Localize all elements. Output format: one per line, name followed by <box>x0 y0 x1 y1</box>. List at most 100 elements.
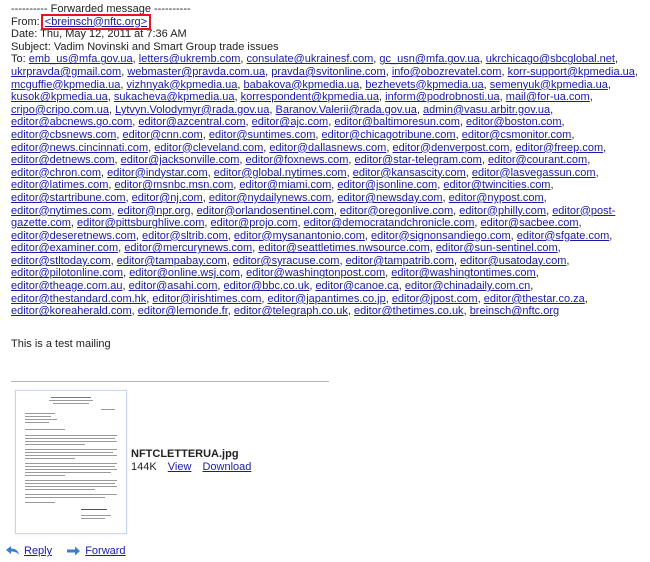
recipient-link[interactable]: editor@washingtonpost.com <box>246 267 385 279</box>
recipient-link[interactable]: info@obozrevatel.com <box>392 66 502 78</box>
recipient-link[interactable]: editor@theage.com.au <box>11 280 122 292</box>
recipient-link[interactable]: editor@mysanantonio.com <box>234 230 365 242</box>
recipient-link[interactable]: mail@for-ua.com <box>506 91 590 103</box>
recipient-link[interactable]: sukacheva@kpmedia.ua <box>114 91 235 103</box>
recipient-link[interactable]: admin@vasu.arbitr.gov.ua <box>423 104 550 116</box>
recipient-link[interactable]: editor@dallasnews.com <box>269 142 386 154</box>
recipient-link[interactable]: editor@oregonlive.com <box>340 205 453 217</box>
recipient-link[interactable]: editor@cbsnews.com <box>11 129 116 141</box>
recipient-link[interactable]: breinsch@nftc.org <box>470 305 559 317</box>
recipient-link[interactable]: editor@lemonde.fr <box>138 305 228 317</box>
recipient-link[interactable]: editor@abcnews.go.com <box>11 116 132 128</box>
recipient-link[interactable]: editor@indystar.com <box>107 167 207 179</box>
recipient-link[interactable]: webmaster@pravda.com.ua <box>127 66 265 78</box>
recipient-link[interactable]: editor@global.nytimes.com <box>214 167 347 179</box>
recipient-link[interactable]: editor@denverpost.com <box>392 142 509 154</box>
recipient-link[interactable]: consulate@ukrainesf.com <box>247 53 374 65</box>
recipient-link[interactable]: babakova@kpmedia.ua <box>244 79 360 91</box>
recipient-link[interactable]: editor@stltoday.com <box>11 255 111 267</box>
recipient-link[interactable]: editor@kansascity.com <box>353 167 466 179</box>
recipient-link[interactable]: editor@chinadaily.com.cn <box>405 280 530 292</box>
recipient-link[interactable]: editor@nytimes.com <box>11 205 111 217</box>
recipient-link[interactable]: kusok@kpmedia.ua <box>11 91 108 103</box>
from-address-link[interactable]: <breinsch@nftc.org> <box>40 13 152 30</box>
recipient-link[interactable]: editor@msnbc.msn.com <box>115 179 234 191</box>
recipient-link[interactable]: inform@podrobnosti.ua <box>385 91 500 103</box>
recipient-link[interactable]: letters@ukremb.com <box>139 53 241 65</box>
recipient-link[interactable]: editor@sacbee.com <box>481 217 579 229</box>
recipient-link[interactable]: mcguffie@kpmedia.ua <box>11 79 120 91</box>
recipient-link[interactable]: bezhevets@kpmedia.ua <box>365 79 483 91</box>
recipient-link[interactable]: editor@lasvegassun.com <box>472 167 596 179</box>
recipient-link[interactable]: editor@seattletimes.nwsource.com <box>258 242 429 254</box>
recipient-link[interactable]: korrespondent@kpmedia.ua <box>241 91 379 103</box>
recipient-link[interactable]: editor@deseretnews.com <box>11 230 136 242</box>
recipient-link[interactable]: editor@asahi.com <box>129 280 218 292</box>
recipient-link[interactable]: editor@suntimes.com <box>209 129 316 141</box>
recipient-link[interactable]: editor@signonsandiego.com <box>371 230 511 242</box>
recipient-link[interactable]: editor@canoe.ca <box>315 280 398 292</box>
recipient-link[interactable]: editor@orlandosentinel.com <box>197 205 334 217</box>
recipient-link[interactable]: ukrpravda@gmail.com <box>11 66 121 78</box>
recipient-link[interactable]: editor@tampabay.com <box>117 255 227 267</box>
recipient-link[interactable]: editor@detnews.com <box>11 154 115 166</box>
recipient-link[interactable]: editor@baltimoresun.com <box>334 116 460 128</box>
recipient-link[interactable]: editor@examiner.com <box>11 242 118 254</box>
recipient-link[interactable]: editor@azcentral.com <box>138 116 245 128</box>
recipient-link[interactable]: editor@sltrib.com <box>142 230 228 242</box>
recipient-link[interactable]: editor@jacksonville.com <box>121 154 240 166</box>
recipient-link[interactable]: editor@jpost.com <box>392 293 478 305</box>
recipient-link[interactable]: editor@nypost.com <box>449 192 544 204</box>
recipient-link[interactable]: editor@washingtontimes.com <box>391 267 535 279</box>
recipient-link[interactable]: editor@jsonline.com <box>337 179 437 191</box>
recipient-link[interactable]: editor@chicagotribune.com <box>322 129 456 141</box>
recipient-link[interactable]: editor@chron.com <box>11 167 101 179</box>
recipient-link[interactable]: editor@newsday.com <box>337 192 442 204</box>
recipient-link[interactable]: editor@foxnews.com <box>246 154 349 166</box>
recipient-link[interactable]: editor@online.wsj.com <box>129 267 240 279</box>
recipient-link[interactable]: editor@thestar.co.za <box>484 293 585 305</box>
recipient-link[interactable]: pravda@svitonline.com <box>271 66 386 78</box>
recipient-link[interactable]: editor@irishtimes.com <box>152 293 261 305</box>
recipient-link[interactable]: editor@twincities.com <box>443 179 550 191</box>
recipient-link[interactable]: editor@nydailynews.com <box>209 192 331 204</box>
recipient-link[interactable]: vizhnyak@kpmedia.ua <box>127 79 238 91</box>
recipient-link[interactable]: ukrchicago@sbcglobal.net <box>486 53 615 65</box>
recipient-link[interactable]: Baranov.Valerii@rada.gov.ua <box>275 104 416 116</box>
forward-button[interactable]: Forward <box>67 545 126 557</box>
recipient-link[interactable]: editor@startribune.com <box>11 192 126 204</box>
recipient-link[interactable]: editor@boston.com <box>466 116 562 128</box>
recipient-link[interactable]: editor@pittsburghlive.com <box>77 217 204 229</box>
recipient-link[interactable]: editor@latimes.com <box>11 179 108 191</box>
recipient-link[interactable]: editor@bbc.co.uk <box>224 280 310 292</box>
recipient-link[interactable]: editor@nj.com <box>132 192 203 204</box>
recipient-link[interactable]: editor@philly.com <box>459 205 546 217</box>
recipient-link[interactable]: editor@star-telegram.com <box>355 154 482 166</box>
recipient-link[interactable]: editor@courant.com <box>488 154 587 166</box>
recipient-link[interactable]: editor@syracuse.com <box>233 255 340 267</box>
reply-button[interactable]: Reply <box>6 545 52 557</box>
recipient-link[interactable]: editor@sun-sentinel.com <box>436 242 558 254</box>
recipient-link[interactable]: Lytvyn.Volodymyr@rada.gov.ua <box>115 104 269 116</box>
recipient-link[interactable]: korr-support@kpmedia.ua <box>508 66 635 78</box>
recipient-link[interactable]: cripo@cripo.com.ua <box>11 104 109 116</box>
recipient-link[interactable]: editor@japantimes.co.jp <box>268 293 386 305</box>
recipient-link[interactable]: editor@cleveland.com <box>154 142 263 154</box>
attachment-download-link[interactable]: Download <box>202 461 251 473</box>
recipient-link[interactable]: editor@democratandchronicle.com <box>304 217 475 229</box>
recipient-link[interactable]: editor@sfgate.com <box>517 230 610 242</box>
recipient-link[interactable]: emb_us@mfa.gov.ua <box>29 53 133 65</box>
recipient-link[interactable]: editor@tampatrib.com <box>346 255 454 267</box>
recipient-link[interactable]: editor@usatoday.com <box>460 255 566 267</box>
recipient-link[interactable]: editor@mercurynews.com <box>124 242 252 254</box>
recipient-link[interactable]: editor@projo.com <box>211 217 298 229</box>
recipient-link[interactable]: gc_usn@mfa.gov.ua <box>379 53 479 65</box>
attachment-thumbnail[interactable] <box>15 390 127 534</box>
recipient-link[interactable]: editor@csmonitor.com <box>462 129 572 141</box>
forward-link[interactable]: Forward <box>85 545 125 557</box>
recipient-link[interactable]: editor@freep.com <box>516 142 604 154</box>
recipient-link[interactable]: editor@npr.org <box>118 205 191 217</box>
recipient-link[interactable]: semenyuk@kpmedia.ua <box>490 79 608 91</box>
recipient-link[interactable]: editor@news.cincinnati.com <box>11 142 148 154</box>
recipient-link[interactable]: editor@pilotonline.com <box>11 267 123 279</box>
